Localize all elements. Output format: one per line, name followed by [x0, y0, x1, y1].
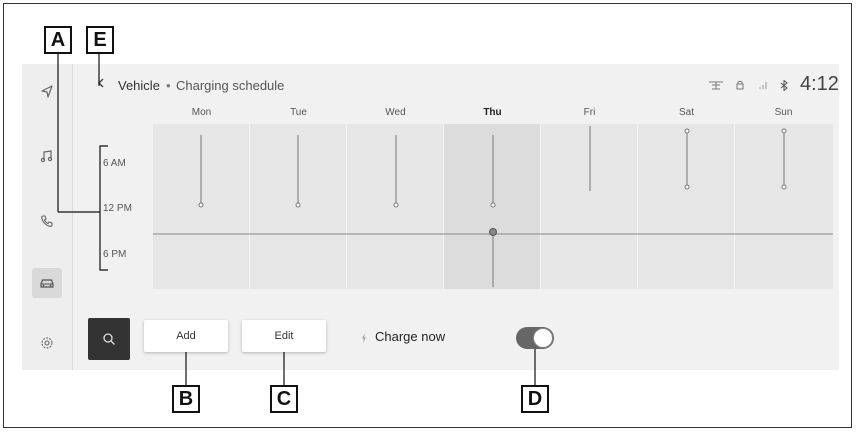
schedule-start-dot: [684, 128, 690, 134]
callout-c: C: [270, 385, 298, 413]
add-button[interactable]: Add: [144, 320, 228, 352]
search-button[interactable]: [88, 318, 130, 360]
schedule-end-dot: [295, 202, 301, 208]
callout-a: A: [44, 26, 72, 54]
schedule-end-dot: [490, 202, 496, 208]
toggle-knob: [533, 328, 553, 348]
schedule-start-dot: [781, 128, 787, 134]
schedule-end-dot: [781, 184, 787, 190]
charge-now-label: Charge now: [375, 329, 446, 344]
schedule-end-dot: [393, 202, 399, 208]
lightning-icon: [361, 330, 367, 348]
callout-b: B: [172, 385, 200, 413]
schedule-end-dot: [684, 184, 690, 190]
current-time-marker: [489, 228, 497, 236]
schedule-overlay: [57, 52, 833, 385]
edit-button[interactable]: Edit: [242, 320, 326, 352]
schedule-end-dot: [198, 202, 204, 208]
charge-now-toggle[interactable]: [516, 327, 554, 349]
search-icon: [103, 333, 115, 345]
callout-d: D: [521, 385, 549, 413]
callout-e: E: [86, 26, 114, 54]
